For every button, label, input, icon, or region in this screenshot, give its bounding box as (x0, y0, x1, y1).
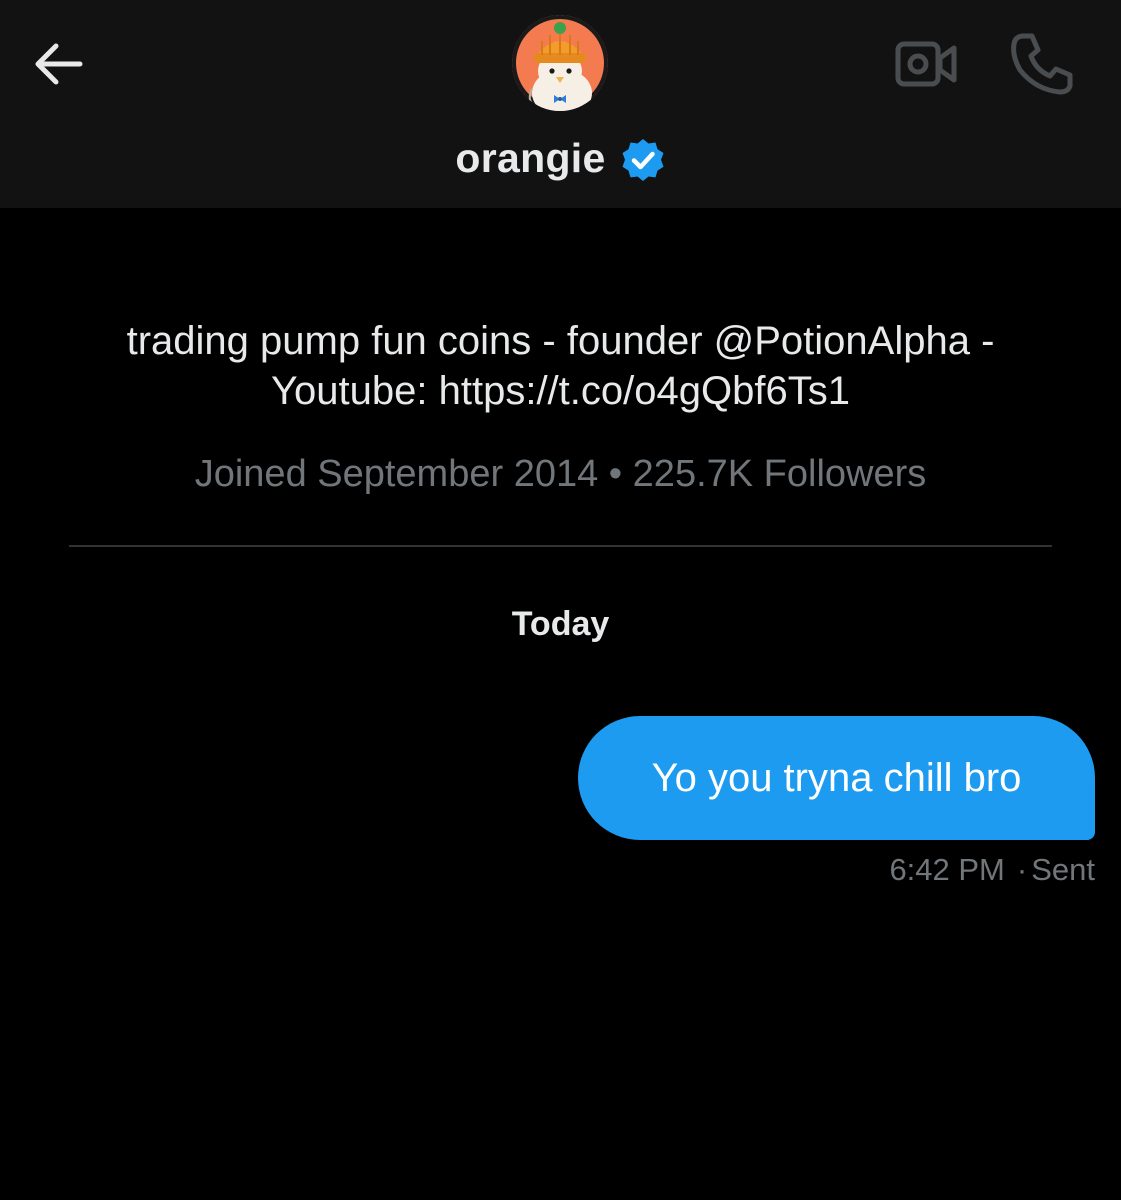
followers-count[interactable]: 225.7K Followers (633, 453, 927, 495)
message-text: Yo you tryna chill bro (651, 755, 1022, 800)
phone-icon (1011, 33, 1073, 95)
joined-date: Joined September 2014 (194, 453, 599, 495)
message-delivery-status: Sent (1031, 852, 1095, 887)
penguin-avatar-image (512, 15, 608, 111)
voice-call-button[interactable] (1006, 30, 1076, 96)
bio-line: trading pump fun coins - founder @Potion… (126, 319, 995, 363)
back-button[interactable] (28, 38, 88, 90)
message-time: 6:42 PM (889, 852, 1005, 887)
profile-bio: trading pump fun coins - founder @Potion… (40, 316, 1081, 416)
bio-line: Youtube: https://t.co/o4gQbf6Ts1 (271, 369, 850, 413)
video-camera-icon (895, 41, 957, 87)
profile-name-row: orangie (0, 130, 1121, 186)
conversation-header: orangie (0, 0, 1121, 208)
status-separator: · (1016, 852, 1028, 887)
profile-meta: Joined September 2014 • 225.7K Followers (0, 450, 1121, 498)
message-bubble[interactable]: Yo you tryna chill bro (578, 716, 1095, 840)
message-status: 6:42 PM · Sent (889, 850, 1095, 890)
meta-separator: • (608, 453, 623, 495)
arrow-left-icon (35, 43, 83, 85)
verified-badge-icon (622, 139, 664, 181)
avatar[interactable] (512, 15, 608, 111)
profile-name[interactable]: orangie (455, 135, 605, 182)
divider (69, 545, 1052, 547)
video-call-button[interactable] (892, 36, 960, 92)
date-separator: Today (511, 605, 610, 643)
